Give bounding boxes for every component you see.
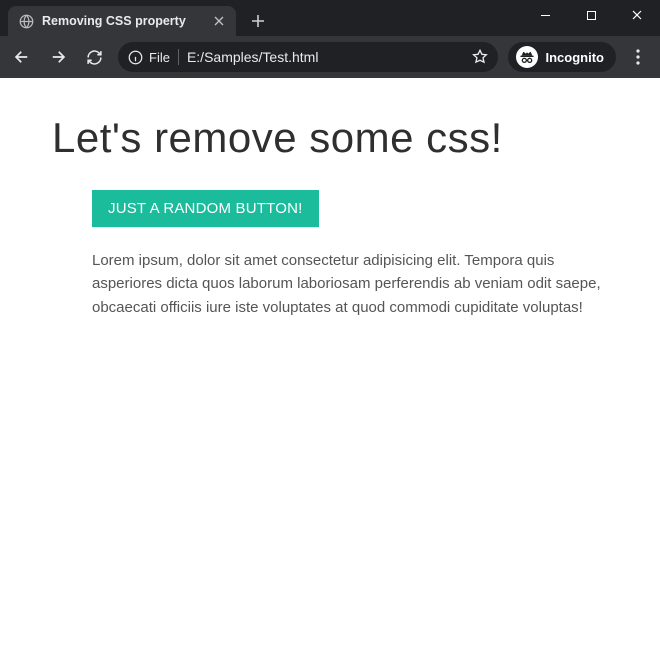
incognito-badge[interactable]: Incognito bbox=[508, 42, 617, 72]
lorem-paragraph: Lorem ipsum, dolor sit amet consectetur … bbox=[92, 249, 602, 319]
incognito-label: Incognito bbox=[546, 50, 605, 65]
minimize-button[interactable] bbox=[522, 0, 568, 30]
maximize-button[interactable] bbox=[568, 0, 614, 30]
title-bar: Removing CSS property bbox=[0, 0, 660, 36]
reload-button[interactable] bbox=[78, 41, 110, 73]
page-content: Let's remove some css! JUST A RANDOM BUT… bbox=[0, 78, 660, 319]
forward-button[interactable] bbox=[42, 41, 74, 73]
bookmark-star-icon[interactable] bbox=[472, 49, 488, 65]
url-input[interactable] bbox=[187, 49, 464, 65]
address-bar[interactable]: File bbox=[118, 42, 498, 72]
browser-menu-button[interactable] bbox=[622, 41, 654, 73]
omnibox-divider bbox=[178, 49, 179, 65]
file-chip-label: File bbox=[149, 50, 170, 65]
close-tab-icon[interactable] bbox=[212, 14, 226, 28]
back-button[interactable] bbox=[6, 41, 38, 73]
window-controls bbox=[522, 0, 660, 30]
tab-title: Removing CSS property bbox=[42, 14, 204, 28]
info-icon bbox=[128, 50, 143, 65]
page-heading: Let's remove some css! bbox=[52, 114, 626, 162]
page-viewport: Let's remove some css! JUST A RANDOM BUT… bbox=[0, 78, 660, 657]
globe-icon bbox=[18, 13, 34, 29]
site-info-chip[interactable]: File bbox=[128, 50, 170, 65]
browser-toolbar: File Incognito bbox=[0, 36, 660, 78]
incognito-icon bbox=[516, 46, 538, 68]
new-tab-button[interactable] bbox=[244, 7, 272, 35]
close-window-button[interactable] bbox=[614, 0, 660, 30]
browser-tab[interactable]: Removing CSS property bbox=[8, 6, 236, 36]
random-button[interactable]: JUST A RANDOM BUTTON! bbox=[92, 190, 319, 227]
